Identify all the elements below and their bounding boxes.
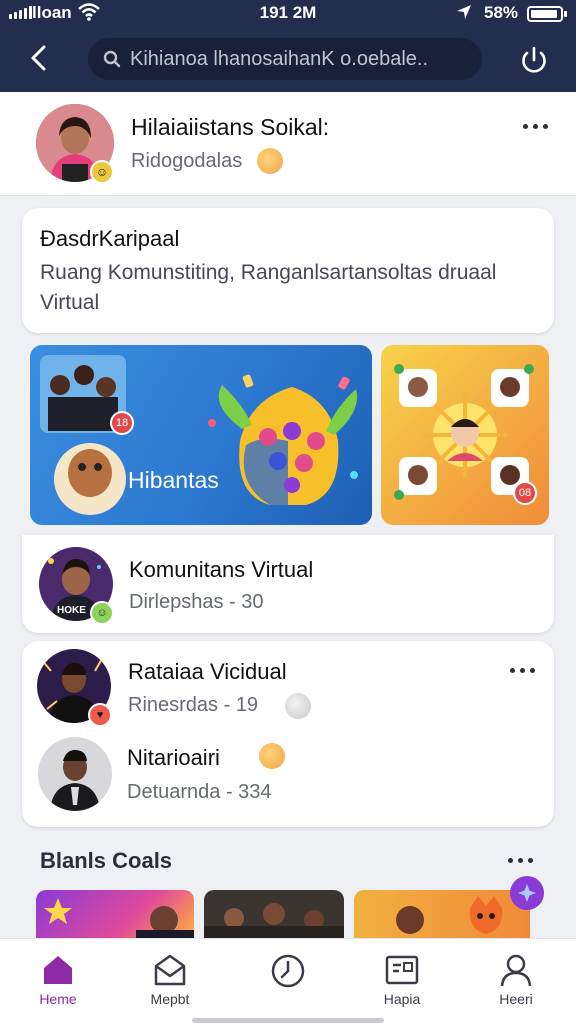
profile-header: ☺ Hilaiaiistans Soikal: Ridogodalas: [0, 92, 576, 196]
reaction-badge-icon: ♥: [88, 703, 112, 727]
banner-illustration: [40, 355, 358, 515]
tab-label: Mepbt: [150, 991, 190, 1007]
thumbnail-art: [44, 898, 194, 940]
location-arrow-icon: [457, 5, 471, 19]
more-options-icon[interactable]: [510, 668, 535, 673]
thumbnail-art: [396, 896, 503, 934]
neutral-emoji-icon: [285, 693, 311, 719]
home-indicator: [192, 1018, 384, 1023]
community-description-card: ÐasdrKaripaal Ruang Komunstiting, Rangan…: [22, 208, 554, 333]
sparkle-icon: [518, 884, 536, 902]
tab-activity[interactable]: [238, 939, 338, 1024]
power-icon[interactable]: [516, 42, 552, 78]
banner-label: Hibantas: [128, 467, 219, 493]
bottom-navigation: Heme Mepbt Hapia Heeri: [0, 938, 576, 1024]
search-input[interactable]: [130, 47, 470, 71]
tab-label: Hapia: [383, 991, 421, 1007]
status-badge-icon: ☺: [90, 601, 114, 625]
group-list-card: ♥ Rataiaa Vicidual Rinesrdas - 19 Nitari…: [22, 641, 554, 827]
group-meta: Rinesrdas - 19: [128, 694, 259, 716]
battery-icon: [527, 6, 567, 22]
tab-profile[interactable]: Heeri: [466, 939, 566, 1024]
surprised-emoji-icon: [259, 743, 285, 769]
list-item[interactable]: ♥ Rataiaa Vicidual Rinesrdas - 19: [22, 641, 554, 731]
search-icon: [103, 50, 121, 68]
profile-subtitle: Ridogodalas: [131, 150, 243, 172]
tab-home[interactable]: Heme: [8, 939, 108, 1024]
mail-icon: [154, 954, 186, 986]
tab-label: Heme: [39, 991, 77, 1007]
feature-banner-main[interactable]: 18 Hibantas: [30, 345, 372, 525]
group-meta: Detuarnda - 334: [127, 781, 272, 803]
profile-name: Hilaiaiistans Soikal:: [131, 114, 330, 140]
description-title: ÐasdrKaripaal: [40, 226, 180, 251]
user-icon: [500, 954, 532, 987]
thumbnail-art: [204, 903, 344, 940]
group-avatar: [38, 737, 112, 811]
media-thumbnail[interactable]: [354, 890, 530, 940]
search-bar[interactable]: [88, 38, 482, 80]
person-photo: [38, 737, 112, 811]
group-meta: Dirlepshas - 30: [129, 591, 264, 613]
media-thumbnail[interactable]: [36, 890, 194, 940]
group-name: Rataiaa Vicidual: [128, 659, 287, 684]
group-card[interactable]: HOKE ☺ Komunitans Virtual Dirlepshas - 3…: [22, 535, 554, 633]
surprised-emoji-icon: [257, 148, 283, 174]
group-name: Nitarioairi: [127, 745, 220, 770]
tab-gallery[interactable]: Hapia: [352, 939, 452, 1024]
more-options-icon[interactable]: [508, 858, 533, 863]
app-header: lloan 191 2M 58%: [0, 0, 576, 92]
media-thumbnail[interactable]: [204, 890, 344, 940]
more-options-icon[interactable]: [523, 124, 548, 129]
svg-text:HOKE: HOKE: [57, 605, 86, 616]
tab-label: Heeri: [499, 991, 533, 1007]
battery-percent: 58%: [484, 3, 519, 22]
group-name: Komunitans Virtual: [129, 557, 314, 582]
section-title: Blanls Coals: [40, 848, 173, 873]
banner-count-badge: 08: [513, 481, 537, 505]
clock-icon: [271, 954, 305, 988]
feature-banner-side[interactable]: 08: [381, 345, 549, 525]
verified-badge-icon: ☺: [90, 160, 114, 184]
list-item[interactable]: Nitarioairi Detuarnda - 334: [22, 731, 554, 827]
back-arrow-icon[interactable]: [22, 40, 58, 76]
magic-star-button[interactable]: [510, 876, 544, 910]
description-text: Ruang Komunstiting, Ranganlsartansoltas …: [40, 261, 497, 314]
status-bar: lloan 191 2M 58%: [0, 0, 576, 28]
tab-messages[interactable]: Mepbt: [120, 939, 220, 1024]
home-icon: [44, 956, 72, 984]
banner-count-badge: 18: [110, 411, 134, 435]
gallery-icon: [385, 955, 419, 985]
